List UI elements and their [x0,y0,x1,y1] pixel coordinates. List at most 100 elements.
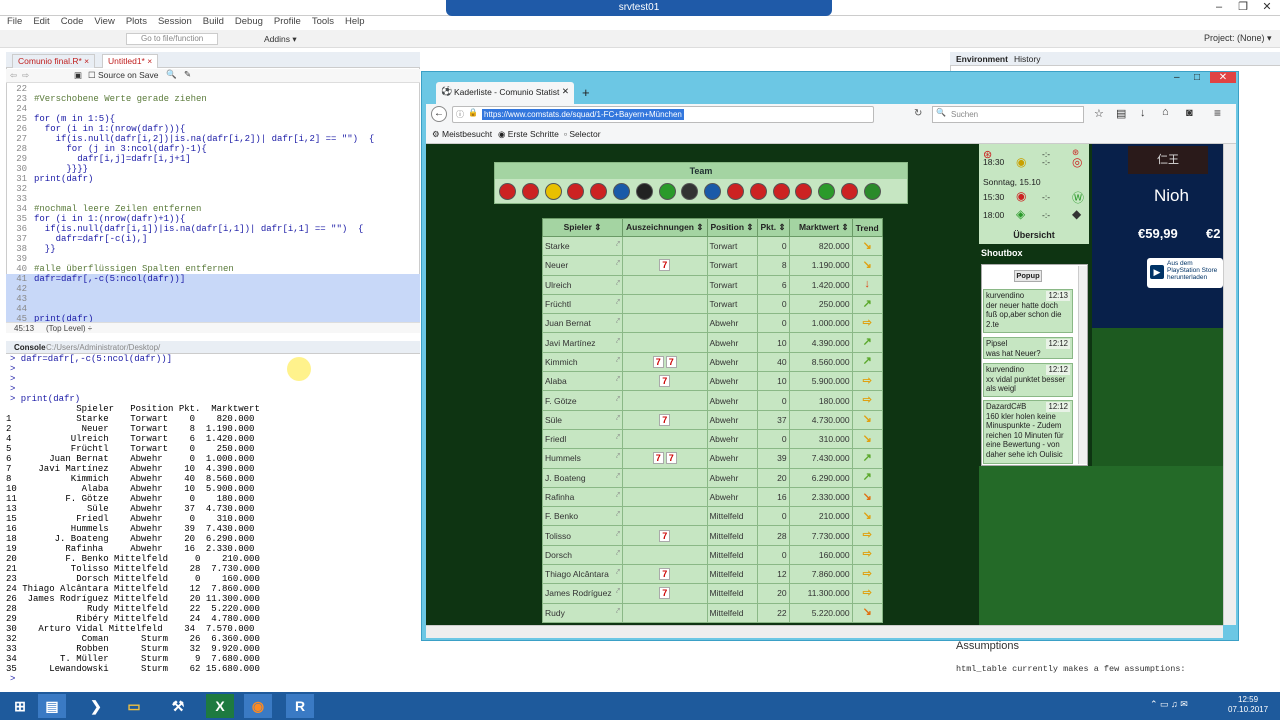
player-link-icon[interactable]: ⤤ [616,318,620,326]
player-name-cell[interactable]: F. Götze ⤤ [542,390,623,411]
bookmark-meistbesucht[interactable]: ⚙ Meistbesucht [432,129,492,140]
bookmark-selector[interactable]: ▫ Selector [564,129,601,139]
bookmark-star-icon[interactable]: ☆ [1094,107,1104,120]
shoutbox-scrollbar[interactable] [1078,266,1087,464]
minimize-icon[interactable]: – [1174,72,1180,83]
shout-user[interactable]: kurvendino [986,291,1024,301]
player-link-icon[interactable]: ⤤ [616,280,620,288]
player-name-cell[interactable]: J. Boateng ⤤ [542,467,623,488]
overview-link[interactable]: Übersicht [980,227,1088,243]
code-editor[interactable]: 22 23 #Verschobene Werte gerade ziehen 24 25… [6,84,420,322]
team-crest-icon[interactable] [749,183,767,200]
team-crest-icon[interactable] [521,183,539,200]
player-name[interactable]: Starke [545,241,570,251]
table-row[interactable]: Juan Bernat ⤤ Abwehr 0 1.000.000 ⇨ [542,313,883,334]
project-menu[interactable]: Project: (None) ▾ [1204,33,1272,44]
match-row[interactable]: 18:30 ◉ -:- ◎ [980,155,1088,173]
player-link-icon[interactable]: ⤤ [616,473,620,481]
player-name-cell[interactable]: Früchtl ⤤ [542,293,623,315]
console-prompt[interactable]: > [6,674,420,684]
maximize-icon[interactable]: □ [1194,72,1200,83]
file-explorer-icon[interactable]: ▭ [120,694,148,718]
menu-debug[interactable]: Debug [235,16,263,27]
player-link-icon[interactable]: ⤤ [616,453,620,461]
tab-environment[interactable]: Environment [956,54,1008,64]
player-name[interactable]: F. Benko [545,511,578,521]
player-name-cell[interactable]: Thiago Alcântara ⤤ [542,564,623,585]
player-name[interactable]: F. Götze [545,396,577,406]
menu-file[interactable]: File [7,16,22,27]
team-crest-icon[interactable] [658,183,676,200]
column-header[interactable]: Marktwert ⇕ [788,218,853,237]
column-header[interactable]: Trend [851,218,883,237]
table-row[interactable]: Thiago Alcântara ⤤ 7 Mittelfeld 12 7.860.000 ⇨ [542,564,883,585]
tab-close-icon[interactable]: ✕ [562,86,569,97]
team-crest-icon[interactable] [635,183,653,200]
powershell-icon[interactable]: ❯ [82,694,110,718]
player-name[interactable]: Alaba [545,376,567,386]
player-link-icon[interactable]: ⤤ [616,299,620,307]
menu-edit[interactable]: Edit [33,16,49,27]
taskbar-clock[interactable]: 12:59 07.10.2017 [1228,695,1268,715]
team-crest-icon[interactable] [841,183,858,200]
shout-user[interactable]: Pipsel [986,339,1007,349]
player-link-icon[interactable]: ⤤ [616,376,620,384]
restore-icon[interactable]: ❐ [1232,0,1254,15]
new-tab-icon[interactable]: + [582,85,590,100]
minimize-icon[interactable]: – [1208,0,1230,15]
player-link-icon[interactable]: ⤤ [616,260,620,268]
player-name-cell[interactable]: Dorsch ⤤ [542,544,623,566]
column-header[interactable]: Pkt. ⇕ [756,218,790,237]
player-name[interactable]: Kimmich [545,357,578,367]
table-row[interactable]: Hummels ⤤ 7 7 Abwehr 39 7.430.000 ↗ [542,448,883,469]
player-name-cell[interactable]: Neuer ⤤ [542,255,623,276]
player-name[interactable]: Friedl [545,434,566,444]
player-name-cell[interactable]: James Rodríguez ⤤ [542,583,623,604]
player-name[interactable]: Früchtl [545,299,571,309]
player-name-cell[interactable]: F. Benko ⤤ [542,506,623,527]
player-name-cell[interactable]: Alaba ⤤ [542,371,623,392]
player-link-icon[interactable]: ⤤ [616,550,620,558]
player-name-cell[interactable]: Rudy ⤤ [542,602,623,623]
team-crest-icon[interactable] [863,183,881,200]
menu-tools[interactable]: Tools [312,16,334,27]
info-icon[interactable]: ⓘ [456,109,464,120]
menu-view[interactable]: View [94,16,114,27]
forward-icon[interactable]: ⇨ [22,70,29,81]
player-name-cell[interactable]: Friedl ⤤ [542,428,623,450]
back-icon[interactable]: ← [431,106,447,122]
download-icon[interactable]: ↓ [1140,107,1146,119]
player-name[interactable]: Rudy [545,608,565,618]
vertical-scrollbar[interactable] [1223,144,1236,625]
server-manager-icon[interactable]: ▤ [38,694,66,718]
goto-file-input[interactable]: Go to file/function [126,33,218,45]
player-name-cell[interactable]: Starke ⤤ [542,235,623,257]
player-name-cell[interactable]: Javi Martínez ⤤ [542,332,623,353]
player-link-icon[interactable]: ⤤ [616,588,620,596]
shout-user[interactable]: DazardC#B [986,402,1026,412]
player-link-icon[interactable]: ⤤ [616,608,620,616]
player-link-icon[interactable]: ⤤ [616,531,620,539]
tab-history[interactable]: History [1014,54,1040,64]
table-row[interactable]: Rafinha ⤤ Abwehr 16 2.330.000 ↘ [542,486,883,508]
tray-icons[interactable]: ⌃ ▭ ♫ ✉ [1150,699,1188,710]
hamburger-menu-icon[interactable]: ≡ [1214,106,1221,120]
player-name[interactable]: Süle [545,415,562,425]
remote-desktop-title[interactable]: srvtest01 [446,0,832,16]
menu-help[interactable]: Help [345,16,365,27]
firefox-icon[interactable]: ◉ [244,694,272,718]
player-link-icon[interactable]: ⤤ [616,569,620,577]
team-crest-icon[interactable] [727,183,744,200]
advertisement[interactable]: 仁王 Nioh €59,99 €2 Aus dem PlayStation St… [1092,144,1223,328]
back-icon[interactable]: ⇦ [10,70,17,81]
player-link-icon[interactable]: ⤤ [616,434,620,442]
player-name-cell[interactable]: Kimmich ⤤ [542,351,623,373]
table-row[interactable]: F. Benko ⤤ Mittelfeld 0 210.000 ↘ [542,506,883,527]
tab-comunio-final[interactable]: Comunio final.R* × [12,54,96,68]
horizontal-scrollbar[interactable] [426,625,1223,638]
source-on-save-checkbox[interactable]: ☐ Source on Save [88,70,158,81]
player-name[interactable]: Neuer [545,260,568,270]
table-row[interactable]: Neuer ⤤ 7 Torwart 8 1.190.000 ↘ [542,255,883,276]
reload-icon[interactable]: ↻ [914,108,922,119]
player-link-icon[interactable]: ⤤ [616,357,620,365]
